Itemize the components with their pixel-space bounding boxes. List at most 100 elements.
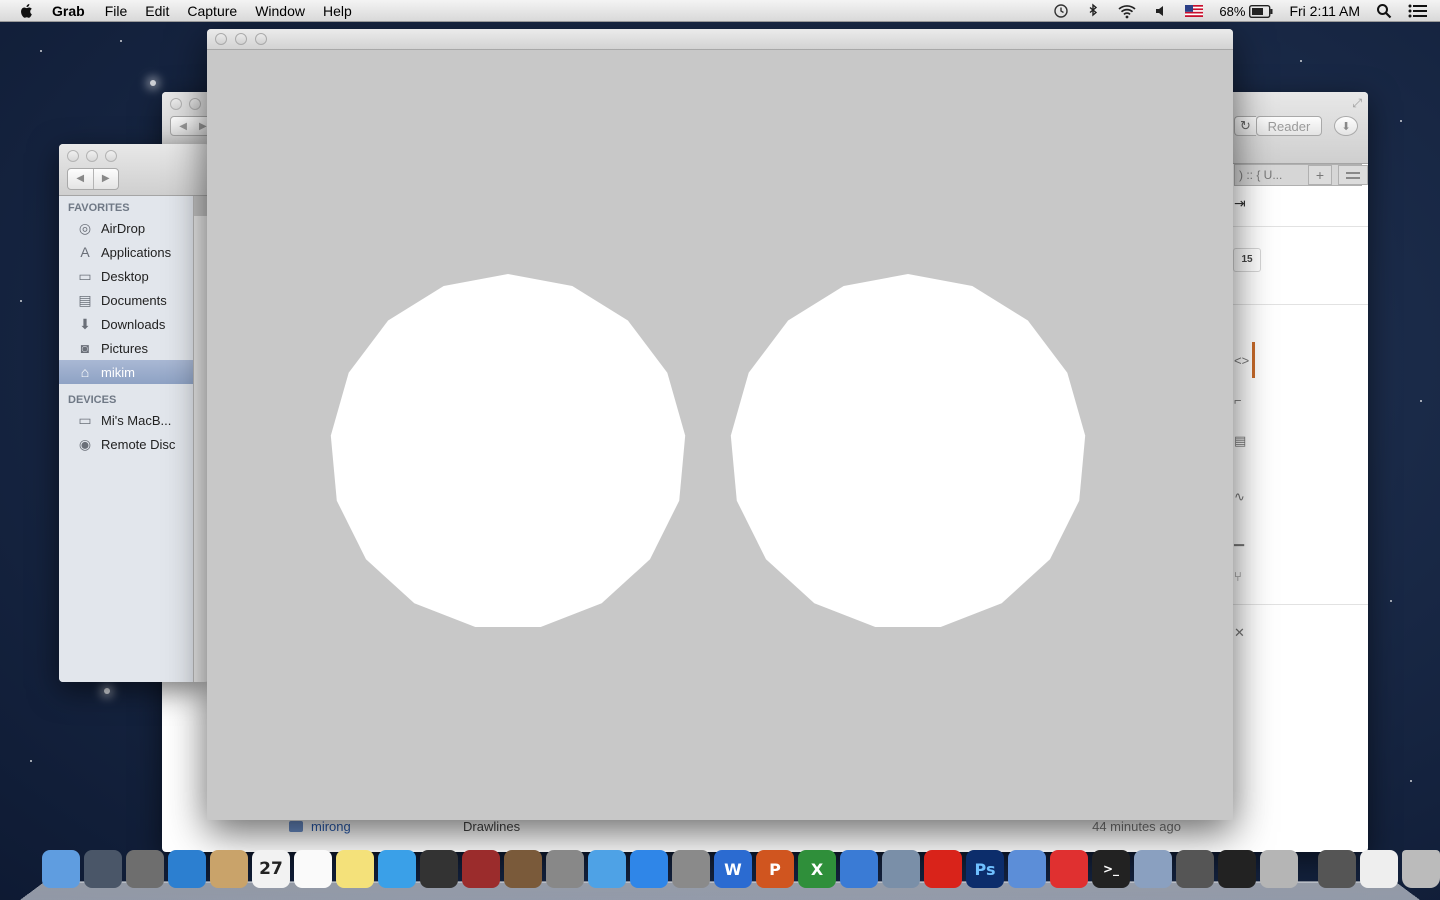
xcode-icon[interactable] <box>1008 850 1046 888</box>
star <box>1400 120 1402 122</box>
sidebar-item-desktop[interactable]: ▭ Desktop <box>59 264 193 288</box>
iphoto-icon[interactable] <box>504 850 542 888</box>
star <box>1420 400 1422 402</box>
minimize-button[interactable] <box>235 33 247 45</box>
close-button[interactable] <box>215 33 227 45</box>
zoom-button[interactable] <box>255 33 267 45</box>
reminders-icon[interactable] <box>294 850 332 888</box>
grab-icon[interactable] <box>1260 850 1298 888</box>
row-commit-message: Drawlines <box>463 819 1092 834</box>
grab-image-window <box>207 29 1233 820</box>
wiki-icon[interactable]: ▤ <box>1234 434 1248 448</box>
new-tab-button[interactable]: + <box>1308 165 1332 185</box>
notification-center-icon[interactable] <box>1408 3 1428 19</box>
close-button[interactable] <box>67 150 79 162</box>
notes-icon[interactable] <box>336 850 374 888</box>
code-icon[interactable]: <> <box>1234 354 1248 368</box>
settings-tools-icon[interactable]: ✕ <box>1234 626 1248 640</box>
itunes-icon[interactable] <box>588 850 626 888</box>
back-arrow-icon[interactable]: ◀ <box>68 169 93 189</box>
openframeworks-icon[interactable] <box>1218 850 1256 888</box>
battery-status[interactable]: 68% <box>1219 4 1273 19</box>
system-preferences-icon[interactable] <box>672 850 710 888</box>
close-button[interactable] <box>170 98 182 110</box>
pulse-icon[interactable]: ∿ <box>1234 490 1248 504</box>
preview-photos-icon[interactable] <box>1134 850 1172 888</box>
preview-icon[interactable] <box>882 850 920 888</box>
mission-control-icon[interactable] <box>126 850 164 888</box>
clock[interactable]: Fri 2:11 AM <box>1289 3 1360 19</box>
window-controls <box>67 150 117 162</box>
sidebar-item-pictures[interactable]: ◙ Pictures <box>59 336 193 360</box>
sidebar-item-macbook[interactable]: ▭ Mi's MacB... <box>59 408 193 432</box>
facetime-icon[interactable] <box>420 850 458 888</box>
apple-menu-icon[interactable] <box>18 2 36 20</box>
acrobat-reader-icon[interactable] <box>1050 850 1088 888</box>
menu-window[interactable]: Window <box>255 3 305 19</box>
menu-help[interactable]: Help <box>323 3 352 19</box>
menu-edit[interactable]: Edit <box>145 3 169 19</box>
forward-arrow-icon[interactable]: ▶ <box>93 169 119 189</box>
time-machine-icon[interactable] <box>1053 3 1069 19</box>
wifi-icon[interactable] <box>1117 3 1137 19</box>
bluetooth-icon[interactable] <box>840 850 878 888</box>
spotlight-search-icon[interactable] <box>1376 3 1392 19</box>
menu-file[interactable]: File <box>105 3 128 19</box>
fullscreen-icon[interactable]: ⤢ <box>1352 96 1362 111</box>
zoom-button[interactable] <box>105 150 117 162</box>
grab-titlebar[interactable] <box>207 29 1233 50</box>
sidebar-item-mikim[interactable]: ⌂ mikim <box>59 360 193 384</box>
downloads-button[interactable]: ⬇ <box>1334 116 1358 136</box>
printer-icon[interactable] <box>1318 850 1356 888</box>
reader-button[interactable]: Reader <box>1256 116 1322 136</box>
input-source-flag-icon[interactable] <box>1185 3 1203 19</box>
menu-capture[interactable]: Capture <box>187 3 237 19</box>
minimize-button[interactable] <box>189 98 201 110</box>
finder-icon[interactable] <box>42 850 80 888</box>
documents-icon: ▤ <box>77 292 93 308</box>
battery-percent: 68% <box>1219 4 1245 19</box>
terminal-icon[interactable]: >_ <box>1092 850 1130 888</box>
exit-icon[interactable]: ⇥ <box>1234 195 1246 212</box>
laptop-icon: ▭ <box>77 412 93 428</box>
bluetooth-status-icon[interactable] <box>1085 3 1101 19</box>
contacts-icon[interactable] <box>210 850 248 888</box>
launchpad-icon[interactable] <box>84 850 122 888</box>
trash-icon[interactable] <box>1402 850 1440 888</box>
row-name[interactable]: mirong <box>311 819 463 834</box>
star <box>20 300 22 302</box>
image-capture-icon[interactable] <box>546 850 584 888</box>
powerpoint-icon[interactable]: P <box>756 850 794 888</box>
right-polygon-shape <box>731 274 1085 627</box>
photo-booth-icon[interactable] <box>462 850 500 888</box>
back-forward-buttons[interactable]: ◀ ▶ <box>67 168 119 190</box>
app-store-icon[interactable] <box>630 850 668 888</box>
sidebar-item-applications[interactable]: A Applications <box>59 240 193 264</box>
sidebar-item-downloads[interactable]: ⬇ Downloads <box>59 312 193 336</box>
tab-overview-button[interactable] <box>1338 165 1368 185</box>
volume-icon[interactable] <box>1153 3 1169 19</box>
messages-icon[interactable] <box>378 850 416 888</box>
pull-request-icon[interactable]: ⌐ <box>1234 394 1248 408</box>
count-badge: 15 <box>1233 248 1261 272</box>
excel-icon[interactable]: X <box>798 850 836 888</box>
sidebar-item-documents[interactable]: ▤ Documents <box>59 288 193 312</box>
photoshop-icon[interactable]: Ps <box>966 850 1004 888</box>
star <box>150 80 156 86</box>
sidebar-item-remote-disc[interactable]: ◉ Remote Disc <box>59 432 193 456</box>
back-arrow-icon[interactable]: ◀ <box>179 121 187 132</box>
calendar-icon[interactable]: 27 <box>252 850 290 888</box>
forward-arrow-icon[interactable]: ▶ <box>199 121 207 132</box>
documents-stack-icon[interactable] <box>1360 850 1398 888</box>
network-icon[interactable]: ⑂ <box>1234 570 1248 584</box>
applications-icon: A <box>77 244 93 260</box>
github-icon[interactable] <box>1176 850 1214 888</box>
word-icon[interactable]: W <box>714 850 752 888</box>
reload-button[interactable]: ↻ <box>1234 116 1256 136</box>
app-menu-grab[interactable]: Grab <box>52 3 85 19</box>
minimize-button[interactable] <box>86 150 98 162</box>
graphs-icon[interactable]: ▁ <box>1234 532 1248 546</box>
acrobat-icon[interactable] <box>924 850 962 888</box>
safari-icon[interactable] <box>168 850 206 888</box>
sidebar-item-airdrop[interactable]: ◎ AirDrop <box>59 216 193 240</box>
